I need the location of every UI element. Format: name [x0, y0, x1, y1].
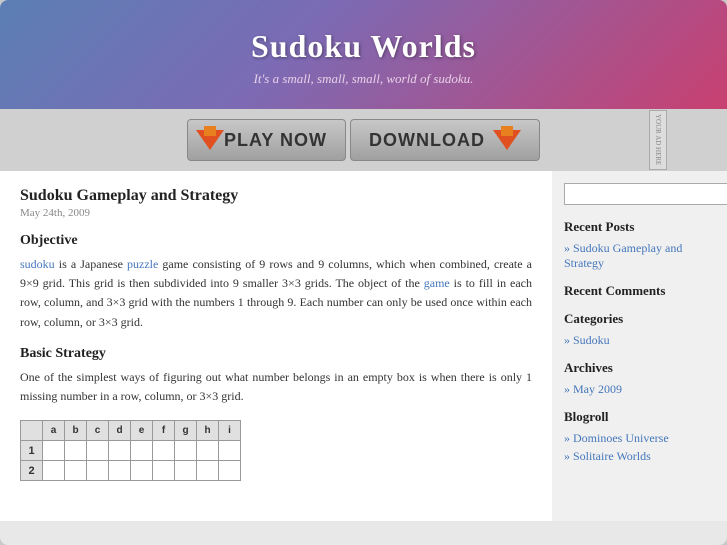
cell-1g: [175, 441, 197, 461]
play-arrow-icon: [196, 126, 224, 154]
list-item: Sudoku: [564, 333, 715, 348]
site-subtitle: It's a small, small, small, world of sud…: [20, 71, 707, 87]
puzzle-link[interactable]: puzzle: [127, 257, 158, 271]
cell-2e: [131, 461, 153, 481]
col-e: e: [131, 421, 153, 441]
cell-1f: [153, 441, 175, 461]
list-item: Sudoku Gameplay and Strategy: [564, 241, 715, 271]
col-c: c: [87, 421, 109, 441]
strategy-text: One of the simplest ways of figuring out…: [20, 368, 532, 406]
cell-1b: [65, 441, 87, 461]
download-arrow-icon: [493, 126, 521, 154]
categories-heading: Categories: [564, 311, 715, 327]
search-widget: Search: [564, 183, 715, 205]
archive-may2009-link[interactable]: May 2009: [573, 382, 622, 396]
cell-1d: [109, 441, 131, 461]
post-date: May 24th, 2009: [20, 207, 532, 219]
sidebar: Search Recent Posts Sudoku Gameplay and …: [552, 171, 727, 521]
blogroll-heading: Blogroll: [564, 409, 715, 425]
col-i: i: [219, 421, 241, 441]
list-item: May 2009: [564, 382, 715, 397]
main-content: Sudoku Gameplay and Strategy May 24th, 2…: [0, 171, 552, 521]
blogroll-dominoes-link[interactable]: Dominoes Universe: [573, 431, 669, 445]
blogroll-list: Dominoes Universe Solitaire Worlds: [564, 431, 715, 464]
content-area: Sudoku Gameplay and Strategy May 24th, 2…: [0, 171, 727, 521]
col-b: b: [65, 421, 87, 441]
col-f: f: [153, 421, 175, 441]
sudoku-link[interactable]: sudoku: [20, 257, 55, 271]
play-now-button[interactable]: PLAY NOW: [187, 119, 346, 161]
ad-text: YOUR AD HERE: [654, 114, 662, 165]
cell-2b: [65, 461, 87, 481]
banner-area: PLAY NOW DOWNLOAD YOUR AD HERE: [0, 109, 727, 171]
ad-banner: YOUR AD HERE: [649, 110, 667, 170]
cell-2c: [87, 461, 109, 481]
recent-comments-heading: Recent Comments: [564, 283, 715, 299]
cell-2a: [43, 461, 65, 481]
archives-heading: Archives: [564, 360, 715, 376]
col-h: h: [197, 421, 219, 441]
cell-1i: [219, 441, 241, 461]
site-header: Sudoku Worlds It's a small, small, small…: [0, 0, 727, 109]
recent-post-link[interactable]: Sudoku Gameplay and Strategy: [564, 241, 682, 270]
col-g: g: [175, 421, 197, 441]
cell-2d: [109, 461, 131, 481]
col-a: a: [43, 421, 65, 441]
objective-text: sudoku is a Japanese puzzle game consist…: [20, 255, 532, 332]
site-title: Sudoku Worlds: [20, 28, 707, 65]
archives-list: May 2009: [564, 382, 715, 397]
strategy-heading: Basic Strategy: [20, 346, 532, 362]
cell-2g: [175, 461, 197, 481]
blogroll-solitaire-link[interactable]: Solitaire Worlds: [573, 449, 651, 463]
cell-2i: [219, 461, 241, 481]
table-row: 2: [21, 461, 241, 481]
list-item: Dominoes Universe: [564, 431, 715, 446]
cell-1h: [197, 441, 219, 461]
cell-2f: [153, 461, 175, 481]
row-label-header: [21, 421, 43, 441]
table-row: 1: [21, 441, 241, 461]
category-sudoku-link[interactable]: Sudoku: [573, 333, 610, 347]
list-item: Solitaire Worlds: [564, 449, 715, 464]
objective-heading: Objective: [20, 233, 532, 249]
download-button[interactable]: DOWNLOAD: [350, 119, 540, 161]
play-button-label: PLAY NOW: [224, 130, 327, 151]
cell-1c: [87, 441, 109, 461]
cell-1e: [131, 441, 153, 461]
search-input[interactable]: [564, 183, 727, 205]
col-d: d: [109, 421, 131, 441]
sidebar-recent-posts: Recent Posts Sudoku Gameplay and Strateg…: [564, 219, 715, 271]
sidebar-archives: Archives May 2009: [564, 360, 715, 397]
cell-2h: [197, 461, 219, 481]
sidebar-blogroll: Blogroll Dominoes Universe Solitaire Wor…: [564, 409, 715, 464]
download-button-label: DOWNLOAD: [369, 130, 485, 151]
row-1-label: 1: [21, 441, 43, 461]
sidebar-categories: Categories Sudoku: [564, 311, 715, 348]
cell-1a: [43, 441, 65, 461]
recent-posts-heading: Recent Posts: [564, 219, 715, 235]
sidebar-recent-comments: Recent Comments: [564, 283, 715, 299]
sudoku-grid: a b c d e f g h i 1: [20, 420, 241, 481]
game-link[interactable]: game: [424, 276, 450, 290]
row-2-label: 2: [21, 461, 43, 481]
categories-list: Sudoku: [564, 333, 715, 348]
recent-posts-list: Sudoku Gameplay and Strategy: [564, 241, 715, 271]
post-title: Sudoku Gameplay and Strategy: [20, 187, 532, 205]
